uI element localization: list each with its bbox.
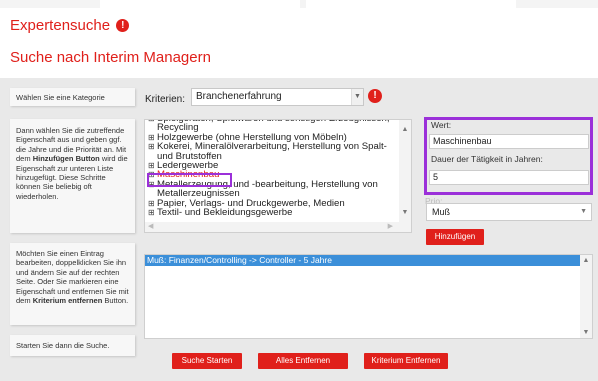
prio-select[interactable]: Muß ▼ <box>426 203 592 221</box>
scroll-right-icon[interactable]: ▶ <box>388 222 393 230</box>
expand-icon[interactable]: ⊞ <box>148 120 155 123</box>
scroll-left-icon[interactable]: ◀ <box>148 222 153 230</box>
top-tab[interactable] <box>100 0 300 8</box>
chevron-down-icon[interactable]: ▼ <box>580 204 587 220</box>
chevron-down-icon[interactable]: ▼ <box>351 89 363 105</box>
start-search-button[interactable]: Suche Starten <box>172 353 242 369</box>
wert-value: Maschinenbau <box>433 136 492 146</box>
remove-all-button[interactable]: Alles Entfernen <box>258 353 348 369</box>
selection-highlight <box>147 173 232 187</box>
info-icon[interactable]: ! <box>368 89 382 103</box>
tree-item-label: Kokerei, Mineralölverarbeitung, Herstell… <box>157 141 387 162</box>
top-tab[interactable] <box>306 0 516 8</box>
expand-icon[interactable]: ⊞ <box>148 199 155 208</box>
wert-label: Wert: <box>431 120 452 130</box>
scroll-down-icon[interactable]: ▼ <box>580 329 592 336</box>
step-3-bold: Kriterium entfernen <box>32 296 103 306</box>
criteria-list[interactable]: Muß: Finanzen/Controlling -> Controller … <box>144 254 593 339</box>
add-button[interactable]: Hinzufügen <box>426 229 484 245</box>
expand-icon[interactable]: ⊞ <box>148 133 155 142</box>
tree-item[interactable]: ⊞Spielgeräten, Spielwaren und sonstigen … <box>148 120 396 133</box>
step-1-hint: Wählen Sie eine Kategorie <box>10 88 135 106</box>
kriterien-selected-value: Branchenerfahrung <box>196 91 282 102</box>
tree-item[interactable]: ⊞ Textil- und Bekleidungsgewerbe <box>148 207 396 219</box>
scroll-up-icon[interactable]: ▲ <box>399 126 411 133</box>
criteria-vertical-scrollbar[interactable]: ▲ ▼ <box>580 255 592 338</box>
scroll-up-icon[interactable]: ▲ <box>580 257 592 264</box>
tree-horizontal-scrollbar[interactable]: ◀ ▶ <box>145 222 399 232</box>
step-3-hint: Möchten Sie einen Eintrag bearbeiten, do… <box>10 243 135 325</box>
top-tab-strip <box>0 0 598 8</box>
page-header: Expertensuche ! Suche nach Interim Manag… <box>0 8 598 78</box>
dauer-input[interactable]: 5 <box>429 170 589 185</box>
step-4-text: Starten Sie dann die Suche. <box>16 341 110 350</box>
dauer-value: 5 <box>433 172 439 182</box>
prio-selected-value: Muß <box>432 207 450 217</box>
scroll-down-icon[interactable]: ▼ <box>399 209 411 216</box>
detail-panel: Wert: Maschinenbau Dauer der Tätigkeit i… <box>424 117 593 195</box>
expand-icon[interactable]: ⊞ <box>148 142 155 151</box>
info-icon[interactable]: ! <box>116 19 130 32</box>
kriterien-select[interactable]: Branchenerfahrung ▼ <box>191 88 364 106</box>
step-1-text: Wählen Sie eine Kategorie <box>16 93 105 102</box>
expand-icon[interactable]: ⊞ <box>148 161 155 170</box>
step-4-hint: Starten Sie dann die Suche. <box>10 335 135 356</box>
remove-criterion-button[interactable]: Kriterium Entfernen <box>364 353 448 369</box>
tree-list: ⊞Spielgeräten, Spielwaren und sonstigen … <box>148 120 396 219</box>
page-title: Expertensuche ! <box>10 17 130 34</box>
kriterien-label: Kriterien: <box>145 94 186 105</box>
tree-item-label: Textil- und Bekleidungsgewerbe <box>157 207 293 219</box>
wert-input[interactable]: Maschinenbau <box>429 134 589 149</box>
tree-item[interactable]: ⊞ Kokerei, Mineralölverarbeitung, Herstel… <box>148 142 396 161</box>
page-title-text: Expertensuche <box>10 17 111 34</box>
step-2-bold: Hinzufügen Button <box>32 154 100 164</box>
tree-vertical-scrollbar[interactable]: ▲ ▼ <box>399 120 411 232</box>
expand-icon[interactable]: ⊞ <box>148 208 155 217</box>
criteria-list-item[interactable]: Muß: Finanzen/Controlling -> Controller … <box>145 255 580 266</box>
step-3-text-end: Button. <box>102 296 129 306</box>
page-subtitle: Suche nach Interim Managern <box>10 49 211 66</box>
dauer-label: Dauer der Tätigkeit in Jahren: <box>431 154 543 164</box>
step-2-hint: Dann wählen Sie die zutreffende Eigensch… <box>10 119 135 233</box>
